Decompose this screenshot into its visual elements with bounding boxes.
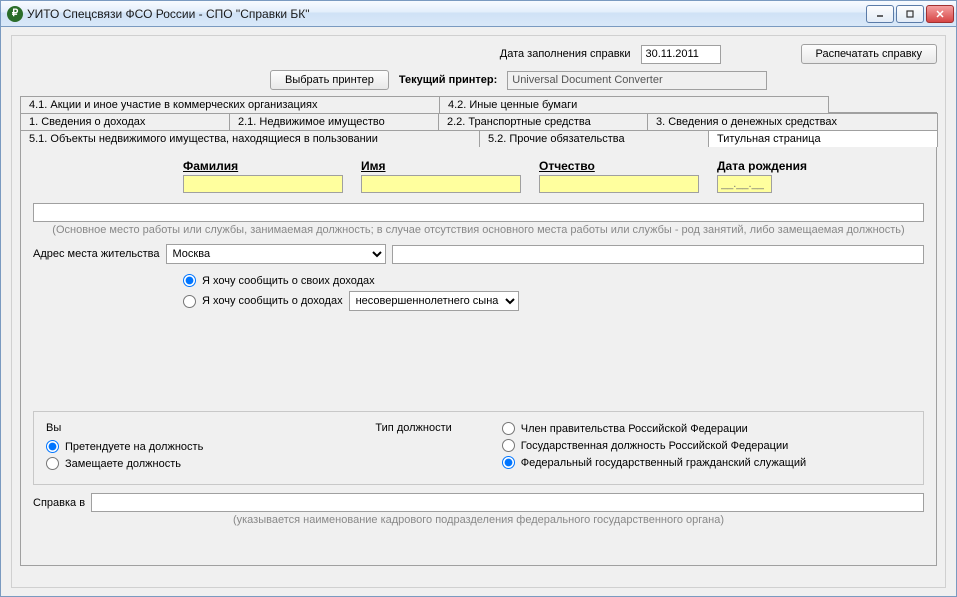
- app-window: ₽ УИТО Спецсвязи ФСО России - СПО "Справ…: [0, 0, 957, 597]
- tab-42-securities[interactable]: 4.2. Иные ценные бумаги: [439, 96, 829, 113]
- tab-22-vehicles[interactable]: 2.2. Транспортные средства: [438, 113, 648, 130]
- patronymic-label: Отчество: [539, 159, 699, 173]
- tab-21-realestate[interactable]: 2.1. Недвижимое имущество: [229, 113, 439, 130]
- radio-own-label: Я хочу сообщить о своих доходах: [202, 275, 375, 287]
- name-input[interactable]: [361, 175, 521, 193]
- dob-label: Дата рождения: [717, 160, 807, 173]
- tab-41-stocks[interactable]: 4.1. Акции и иное участие в коммерческих…: [20, 96, 440, 113]
- spravka-label: Справка в: [33, 497, 85, 509]
- spravka-hint: (указывается наименование кадрового подр…: [33, 514, 924, 526]
- spravka-input[interactable]: [91, 493, 924, 512]
- you-title: Вы: [46, 422, 302, 434]
- print-button[interactable]: Распечатать справку: [801, 44, 938, 64]
- address-select[interactable]: Москва: [166, 244, 386, 264]
- tab-content: Фамилия Имя Отчество Дата рождения: [20, 146, 937, 566]
- tab-51-property-use[interactable]: 5.1. Объекты недвижимого имущества, нахо…: [20, 130, 480, 147]
- main-panel: Дата заполнения справки Распечатать спра…: [11, 35, 946, 588]
- radio-hold[interactable]: [46, 457, 59, 470]
- date-input[interactable]: [641, 45, 721, 64]
- address-extra-input[interactable]: [392, 245, 924, 264]
- job-input[interactable]: [33, 203, 924, 222]
- current-printer-value: [507, 71, 767, 90]
- patronymic-input[interactable]: [539, 175, 699, 193]
- position-groupbox: Вы Претендуете на должность Замещаете до…: [33, 411, 924, 485]
- surname-input[interactable]: [183, 175, 343, 193]
- radio-other-label: Я хочу сообщить о доходах: [202, 295, 343, 307]
- job-hint: (Основное место работы или службы, заним…: [33, 224, 924, 236]
- radio-state-position[interactable]: [502, 439, 515, 452]
- other-income-select[interactable]: несовершеннолетнего сына: [349, 291, 519, 311]
- dob-input[interactable]: [717, 175, 772, 193]
- choose-printer-button[interactable]: Выбрать принтер: [270, 70, 389, 90]
- tab-title-page[interactable]: Титульная страница: [708, 130, 938, 147]
- close-button[interactable]: [926, 5, 954, 23]
- titlebar: ₽ УИТО Спецсвязи ФСО России - СПО "Справ…: [1, 1, 956, 27]
- minimize-button[interactable]: [866, 5, 894, 23]
- name-label: Имя: [361, 159, 521, 173]
- radio-other-income[interactable]: [183, 295, 196, 308]
- radio-pretend[interactable]: [46, 440, 59, 453]
- tab-3-money[interactable]: 3. Сведения о денежных средствах: [647, 113, 938, 130]
- app-icon: ₽: [7, 6, 23, 22]
- address-label: Адрес места жительства: [33, 248, 160, 260]
- radio-federal-civil[interactable]: [502, 456, 515, 469]
- window-title: УИТО Спецсвязи ФСО России - СПО "Справки…: [27, 7, 310, 21]
- date-label: Дата заполнения справки: [500, 48, 631, 60]
- tabs: 4.1. Акции и иное участие в коммерческих…: [20, 96, 937, 566]
- radio-own-income[interactable]: [183, 274, 196, 287]
- surname-label: Фамилия: [183, 159, 343, 173]
- tab-1-income[interactable]: 1. Сведения о доходах: [20, 113, 230, 130]
- tab-52-obligations[interactable]: 5.2. Прочие обязательства: [479, 130, 709, 147]
- maximize-button[interactable]: [896, 5, 924, 23]
- current-printer-label: Текущий принтер:: [399, 74, 497, 86]
- pos-type-title: Тип должности: [342, 422, 462, 434]
- radio-gov-member[interactable]: [502, 422, 515, 435]
